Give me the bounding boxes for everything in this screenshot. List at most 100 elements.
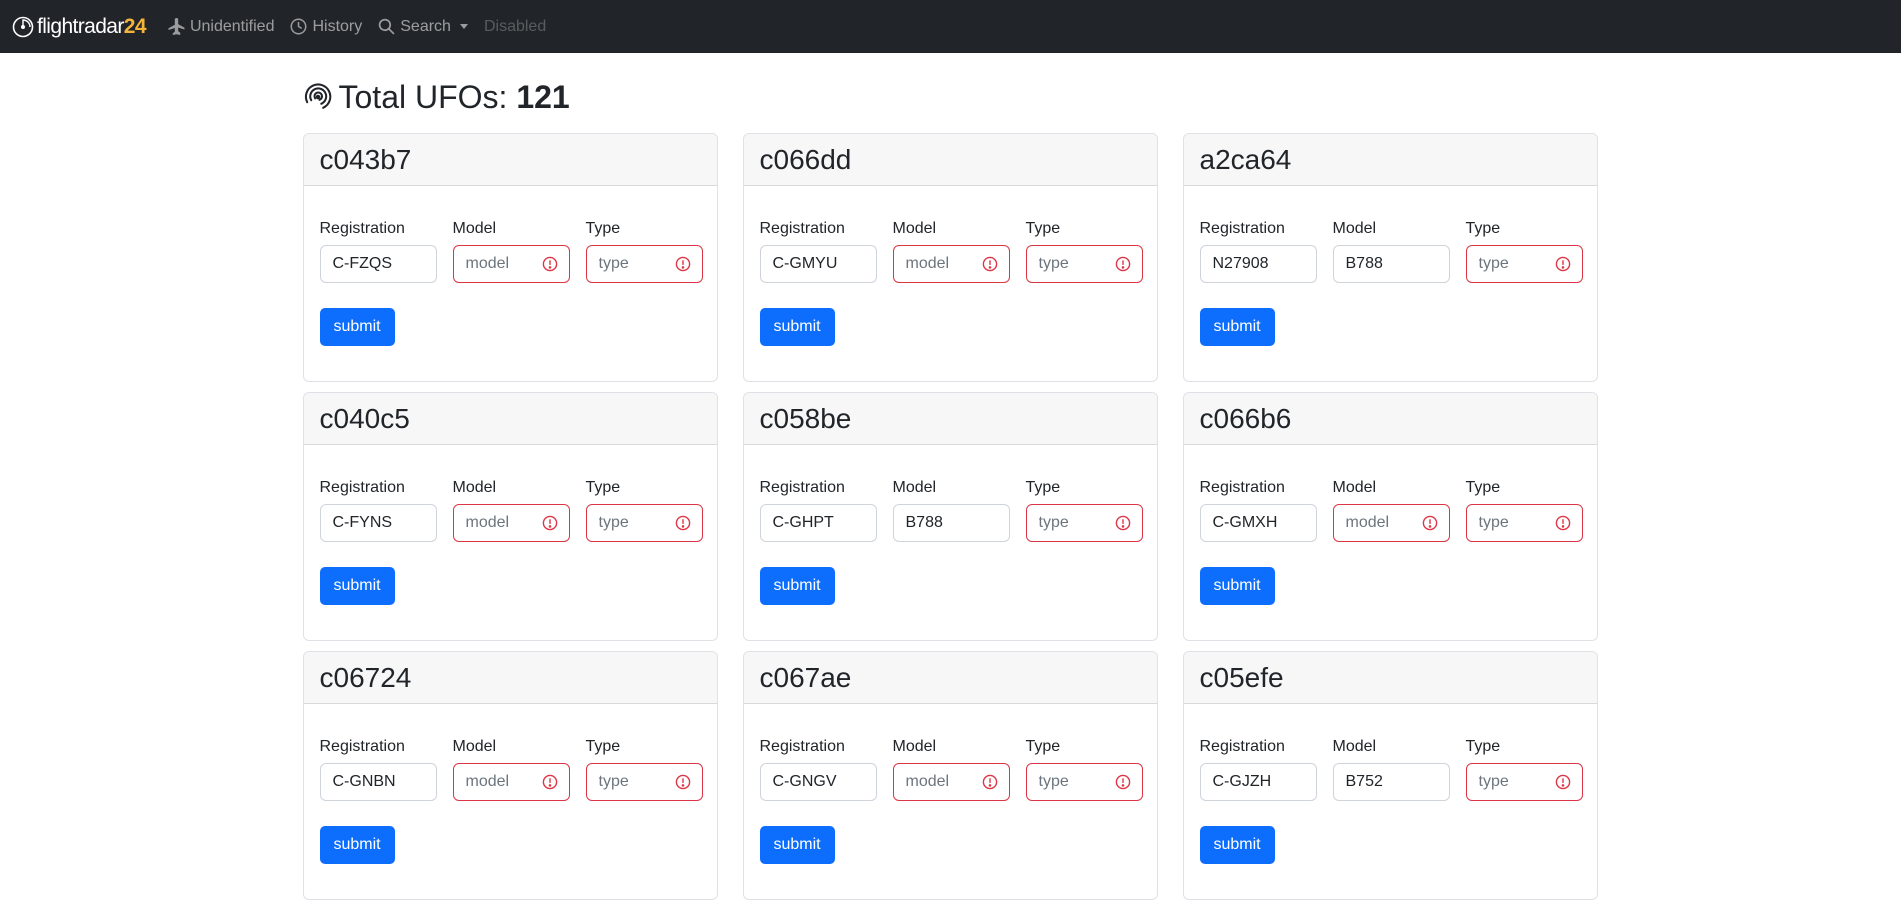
nav-unidentified-label: Unidentified: [189, 17, 275, 35]
error-icon: [982, 774, 997, 790]
card-body: Registration Model Type: [744, 704, 1157, 864]
submit-button[interactable]: submit: [759, 308, 835, 346]
submit-button[interactable]: submit: [319, 308, 395, 346]
model-input-wrap: [452, 245, 570, 283]
brand-logo[interactable]: flightradar24: [12, 15, 147, 39]
registration-label: Registration: [759, 738, 845, 755]
registration-input-wrap: [319, 763, 437, 801]
model-label: Model: [1332, 479, 1377, 496]
type-label: Type: [585, 479, 621, 496]
type-field: Type: [1025, 479, 1143, 542]
error-icon: [542, 515, 557, 531]
submit-button[interactable]: submit: [319, 826, 395, 864]
submit-button[interactable]: submit: [759, 826, 835, 864]
model-field: Model: [1332, 220, 1450, 283]
type-label: Type: [1025, 220, 1061, 237]
ufo-card: c066dd Registration Model: [742, 133, 1158, 382]
model-field: Model: [892, 738, 1010, 801]
model-input-wrap: [892, 504, 1010, 542]
type-field: Type: [585, 738, 703, 801]
type-input-wrap: [1465, 245, 1583, 283]
registration-input[interactable]: [1199, 245, 1317, 283]
model-label: Model: [892, 479, 937, 496]
nav-search-dropdown[interactable]: Search: [378, 0, 468, 53]
form-fields: Registration Model Type: [1199, 738, 1583, 801]
registration-input-wrap: [1199, 504, 1317, 542]
model-label: Model: [452, 220, 497, 237]
ufo-card: c066b6 Registration Model: [1182, 392, 1598, 641]
card-title: c043b7: [319, 143, 412, 175]
model-field: Model: [1332, 738, 1450, 801]
card-header: c058be: [743, 393, 1157, 445]
type-input-wrap: [1025, 245, 1143, 283]
type-input-wrap: [1465, 504, 1583, 542]
card-header: c05efe: [1183, 652, 1597, 704]
card-title: c066dd: [759, 143, 852, 175]
type-input-wrap: [1025, 763, 1143, 801]
submit-button[interactable]: submit: [1199, 308, 1275, 346]
type-label: Type: [1465, 220, 1501, 237]
registration-field: Registration: [319, 479, 437, 542]
registration-input[interactable]: [1199, 763, 1317, 801]
model-input[interactable]: [1332, 763, 1450, 801]
model-field: Model: [452, 220, 570, 283]
type-label: Type: [585, 738, 621, 755]
registration-field: Registration: [319, 738, 437, 801]
card-body: Registration Model Type: [1184, 704, 1597, 864]
model-input-wrap: [1332, 763, 1450, 801]
submit-button[interactable]: submit: [759, 567, 835, 605]
nav-disabled: Disabled: [484, 0, 546, 53]
type-label: Type: [585, 220, 621, 237]
registration-input-wrap: [319, 245, 437, 283]
search-icon: [378, 18, 395, 35]
form-fields: Registration Model Type: [1199, 479, 1583, 542]
registration-input-wrap: [759, 245, 877, 283]
type-label: Type: [1465, 738, 1501, 755]
type-label: Type: [1025, 738, 1061, 755]
card-title: c040c5: [319, 402, 410, 434]
registration-field: Registration: [1199, 479, 1317, 542]
nav-history[interactable]: History: [290, 0, 362, 53]
card-header: c040c5: [303, 393, 717, 445]
error-icon: [1555, 774, 1570, 790]
registration-field: Registration: [759, 738, 877, 801]
registration-input[interactable]: [319, 504, 437, 542]
registration-input[interactable]: [319, 245, 437, 283]
nav-disabled-label: Disabled: [483, 17, 547, 35]
card-header: c066b6: [1183, 393, 1597, 445]
registration-field: Registration: [759, 220, 877, 283]
model-input[interactable]: [892, 504, 1010, 542]
card-header: c066dd: [743, 134, 1157, 186]
model-label: Model: [892, 738, 937, 755]
ufo-card-grid: c043b7 Registration Model: [302, 133, 1599, 900]
registration-input[interactable]: [759, 504, 877, 542]
registration-input[interactable]: [319, 763, 437, 801]
registration-label: Registration: [319, 220, 405, 237]
form-fields: Registration Model Type: [759, 220, 1143, 283]
type-input-wrap: [585, 504, 703, 542]
registration-input[interactable]: [759, 245, 877, 283]
main-content: Total UFOs: 121 c043b7 Registration Mode…: [302, 53, 1599, 900]
model-input[interactable]: [1332, 245, 1450, 283]
submit-button[interactable]: submit: [1199, 567, 1275, 605]
ufo-card: a2ca64 Registration Model: [1182, 133, 1598, 382]
error-icon: [542, 774, 557, 790]
registration-label: Registration: [319, 738, 405, 755]
registration-label: Registration: [1199, 479, 1285, 496]
card-header: c043b7: [303, 134, 717, 186]
registration-label: Registration: [759, 220, 845, 237]
error-icon: [982, 256, 997, 272]
submit-button[interactable]: submit: [1199, 826, 1275, 864]
model-input-wrap: [452, 504, 570, 542]
card-title: c066b6: [1199, 402, 1292, 434]
page-title: Total UFOs: 121: [338, 78, 570, 115]
model-label: Model: [452, 479, 497, 496]
type-field: Type: [1465, 738, 1583, 801]
error-icon: [1115, 256, 1130, 272]
form-fields: Registration Model Type: [1199, 220, 1583, 283]
registration-input[interactable]: [1199, 504, 1317, 542]
submit-button[interactable]: submit: [319, 567, 395, 605]
registration-input[interactable]: [759, 763, 877, 801]
nav-unidentified[interactable]: Unidentified: [168, 0, 275, 53]
nav-search-label: Search: [400, 17, 451, 35]
